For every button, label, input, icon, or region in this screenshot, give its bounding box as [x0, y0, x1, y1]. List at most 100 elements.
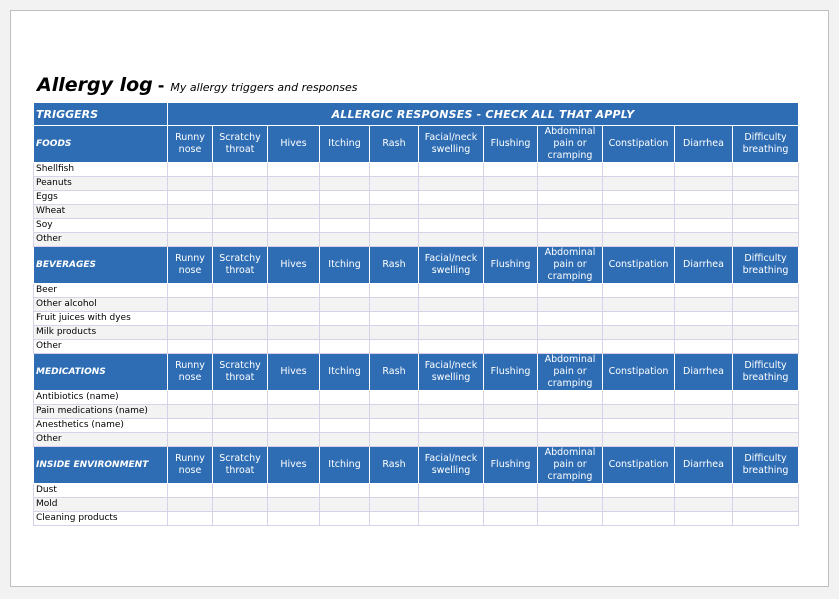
response-check-cell[interactable] — [167, 339, 213, 354]
response-check-cell[interactable] — [167, 283, 213, 298]
response-check-cell[interactable] — [418, 404, 484, 419]
response-check-cell[interactable] — [267, 404, 320, 419]
response-check-cell[interactable] — [602, 483, 675, 498]
response-check-cell[interactable] — [483, 176, 538, 191]
response-check-cell[interactable] — [483, 232, 538, 247]
response-check-cell[interactable] — [267, 339, 320, 354]
response-check-cell[interactable] — [731, 204, 800, 219]
response-check-cell[interactable] — [418, 232, 484, 247]
response-check-cell[interactable] — [212, 339, 268, 354]
response-check-cell[interactable] — [483, 283, 538, 298]
response-check-cell[interactable] — [674, 432, 733, 447]
response-check-cell[interactable] — [537, 297, 603, 312]
response-check-cell[interactable] — [674, 218, 733, 233]
response-check-cell[interactable] — [602, 283, 675, 298]
response-check-cell[interactable] — [537, 204, 603, 219]
response-check-cell[interactable] — [212, 418, 268, 433]
response-check-cell[interactable] — [483, 218, 538, 233]
response-check-cell[interactable] — [369, 297, 419, 312]
response-check-cell[interactable] — [212, 176, 268, 191]
response-check-cell[interactable] — [602, 497, 675, 512]
response-check-cell[interactable] — [674, 283, 733, 298]
response-check-cell[interactable] — [418, 390, 484, 405]
response-check-cell[interactable] — [731, 511, 800, 526]
response-check-cell[interactable] — [212, 511, 268, 526]
response-check-cell[interactable] — [369, 218, 419, 233]
response-check-cell[interactable] — [369, 204, 419, 219]
response-check-cell[interactable] — [674, 176, 733, 191]
response-check-cell[interactable] — [674, 297, 733, 312]
response-check-cell[interactable] — [731, 162, 800, 177]
response-check-cell[interactable] — [369, 339, 419, 354]
response-check-cell[interactable] — [319, 432, 370, 447]
response-check-cell[interactable] — [267, 511, 320, 526]
response-check-cell[interactable] — [418, 497, 484, 512]
response-check-cell[interactable] — [267, 232, 320, 247]
response-check-cell[interactable] — [167, 325, 213, 340]
response-check-cell[interactable] — [267, 283, 320, 298]
response-check-cell[interactable] — [167, 176, 213, 191]
response-check-cell[interactable] — [483, 204, 538, 219]
response-check-cell[interactable] — [267, 297, 320, 312]
response-check-cell[interactable] — [167, 483, 213, 498]
response-check-cell[interactable] — [602, 339, 675, 354]
response-check-cell[interactable] — [731, 218, 800, 233]
response-check-cell[interactable] — [674, 162, 733, 177]
response-check-cell[interactable] — [369, 418, 419, 433]
response-check-cell[interactable] — [537, 325, 603, 340]
response-check-cell[interactable] — [418, 283, 484, 298]
response-check-cell[interactable] — [167, 218, 213, 233]
response-check-cell[interactable] — [167, 497, 213, 512]
response-check-cell[interactable] — [319, 497, 370, 512]
response-check-cell[interactable] — [267, 162, 320, 177]
response-check-cell[interactable] — [418, 176, 484, 191]
response-check-cell[interactable] — [418, 204, 484, 219]
response-check-cell[interactable] — [674, 311, 733, 326]
response-check-cell[interactable] — [602, 204, 675, 219]
response-check-cell[interactable] — [418, 190, 484, 205]
response-check-cell[interactable] — [167, 311, 213, 326]
response-check-cell[interactable] — [267, 176, 320, 191]
response-check-cell[interactable] — [537, 176, 603, 191]
response-check-cell[interactable] — [319, 176, 370, 191]
response-check-cell[interactable] — [319, 297, 370, 312]
response-check-cell[interactable] — [319, 339, 370, 354]
response-check-cell[interactable] — [602, 297, 675, 312]
response-check-cell[interactable] — [602, 432, 675, 447]
response-check-cell[interactable] — [212, 162, 268, 177]
response-check-cell[interactable] — [483, 162, 538, 177]
response-check-cell[interactable] — [731, 232, 800, 247]
response-check-cell[interactable] — [602, 325, 675, 340]
response-check-cell[interactable] — [167, 204, 213, 219]
response-check-cell[interactable] — [731, 283, 800, 298]
response-check-cell[interactable] — [212, 218, 268, 233]
response-check-cell[interactable] — [483, 325, 538, 340]
response-check-cell[interactable] — [212, 404, 268, 419]
response-check-cell[interactable] — [537, 232, 603, 247]
response-check-cell[interactable] — [674, 418, 733, 433]
response-check-cell[interactable] — [212, 204, 268, 219]
response-check-cell[interactable] — [602, 218, 675, 233]
response-check-cell[interactable] — [537, 418, 603, 433]
response-check-cell[interactable] — [167, 404, 213, 419]
response-check-cell[interactable] — [167, 232, 213, 247]
response-check-cell[interactable] — [319, 418, 370, 433]
response-check-cell[interactable] — [319, 483, 370, 498]
response-check-cell[interactable] — [602, 418, 675, 433]
response-check-cell[interactable] — [369, 511, 419, 526]
response-check-cell[interactable] — [369, 283, 419, 298]
response-check-cell[interactable] — [731, 190, 800, 205]
response-check-cell[interactable] — [537, 162, 603, 177]
response-check-cell[interactable] — [212, 390, 268, 405]
response-check-cell[interactable] — [731, 418, 800, 433]
response-check-cell[interactable] — [602, 190, 675, 205]
response-check-cell[interactable] — [319, 325, 370, 340]
response-check-cell[interactable] — [167, 390, 213, 405]
response-check-cell[interactable] — [212, 311, 268, 326]
response-check-cell[interactable] — [319, 218, 370, 233]
response-check-cell[interactable] — [418, 297, 484, 312]
response-check-cell[interactable] — [537, 511, 603, 526]
response-check-cell[interactable] — [167, 297, 213, 312]
response-check-cell[interactable] — [674, 404, 733, 419]
response-check-cell[interactable] — [483, 311, 538, 326]
